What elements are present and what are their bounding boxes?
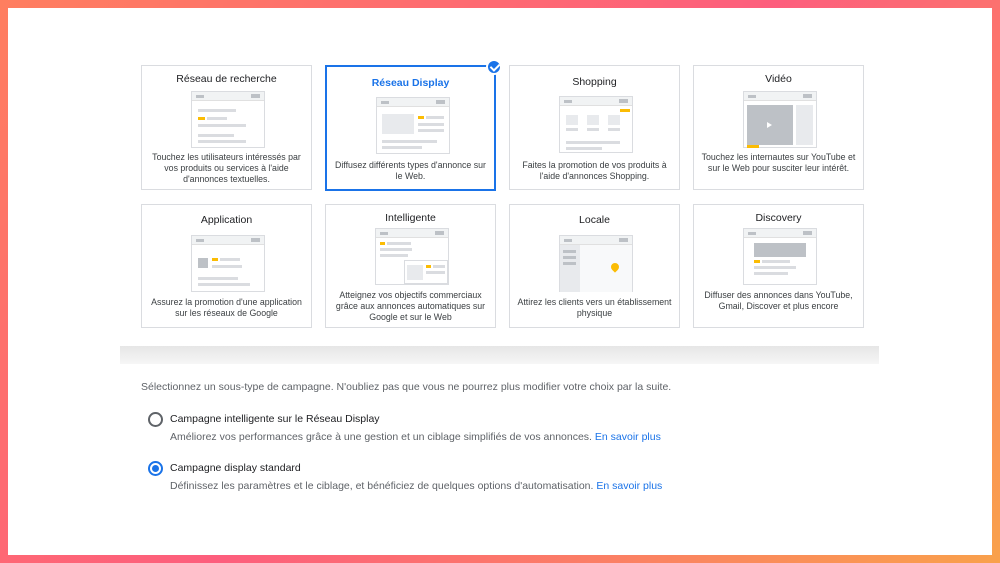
campaign-card-smart[interactable]: Intelligente Atteignez vos objectifs com… [325,204,496,328]
campaign-card-discovery[interactable]: Discovery Diffuser des annonces dans You… [693,204,864,328]
card-title: Locale [579,214,610,226]
local-illustration [559,235,633,292]
card-title: Shopping [572,76,617,88]
display-illustration [376,97,450,154]
card-description: Touchez les utilisateurs intéressés par … [152,152,301,184]
shopping-illustration [559,96,633,153]
campaign-card-app[interactable]: Application Assurez la promotion d'une a… [141,204,312,328]
card-description: Faites la promotion de vos produits à l'… [522,160,667,181]
subtype-prompt: Sélectionnez un sous-type de campagne. N… [141,381,672,393]
card-title: Réseau de recherche [176,73,277,85]
section-divider [120,346,879,364]
campaign-card-shopping[interactable]: Shopping Faites la promotion de vos prod… [509,65,680,190]
card-description: Atteignez vos objectifs commerciaux grâc… [335,290,486,322]
card-description: Touchez les internautes sur YouTube et s… [701,152,856,173]
card-description: Diffusez différents types d'annonce sur … [335,160,486,181]
play-icon [767,122,772,128]
option-description-smart-display: Améliorez vos performances grâce à une g… [170,431,661,443]
learn-more-link[interactable]: En savoir plus [596,480,662,492]
card-title: Réseau Display [371,77,450,89]
card-title: Vidéo [765,73,792,85]
app-illustration [191,235,265,292]
selected-check-icon [486,59,502,75]
campaign-card-search[interactable]: Réseau de recherche Touchez les utilisat… [141,65,312,190]
option-label-standard-display[interactable]: Campagne display standard [170,462,301,474]
option-description-standard-display: Définissez les paramètres et le ciblage,… [170,480,662,492]
learn-more-link[interactable]: En savoir plus [595,431,661,443]
radio-standard-display[interactable] [148,461,163,476]
radio-smart-display[interactable] [148,412,163,427]
option-label-smart-display[interactable]: Campagne intelligente sur le Réseau Disp… [170,413,380,425]
card-title: Discovery [755,212,802,224]
card-description: Diffuser des annonces dans YouTube, Gmai… [704,290,853,311]
description-text: Améliorez vos performances grâce à une g… [170,431,592,443]
card-title: Application [200,214,253,226]
discovery-illustration [743,228,817,285]
search-illustration [191,91,265,148]
campaign-card-video[interactable]: Vidéo Touchez les internautes sur YouTub… [693,65,864,190]
description-text: Définissez les paramètres et le ciblage,… [170,480,594,492]
smart-illustration [375,228,449,285]
campaign-card-local[interactable]: Locale Attirez les clients vers un établ… [509,204,680,328]
card-title: Intelligente [385,212,436,224]
card-description: Assurez la promotion d'une application s… [151,297,302,318]
card-description: Attirez les clients vers un établissemen… [517,297,672,318]
campaign-card-display[interactable]: Réseau Display Diffusez différents types… [325,59,502,191]
video-illustration [743,91,817,148]
